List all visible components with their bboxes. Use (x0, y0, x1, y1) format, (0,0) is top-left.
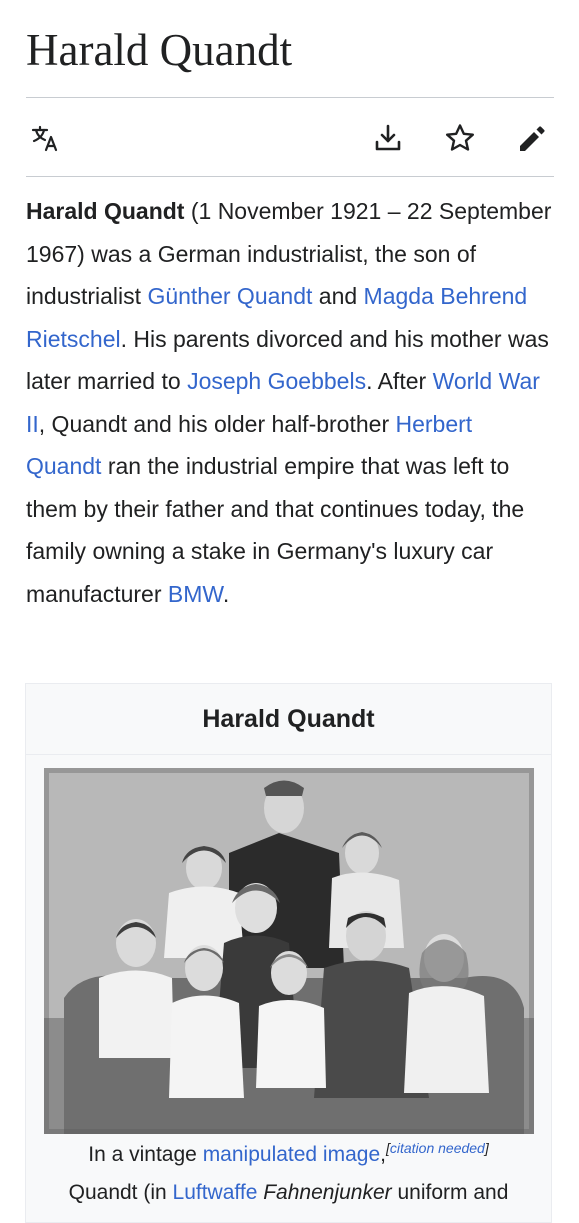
pencil-icon[interactable] (512, 118, 552, 158)
intro-paragraph: Harald Quandt (1 November 1921 – 22 Sept… (26, 190, 554, 615)
infobox-caption: In a vintage manipulated image,[citation… (26, 1136, 551, 1212)
caption-line-1: In a vintage manipulated image,[citation… (26, 1136, 551, 1174)
intro-text: . (222, 580, 230, 607)
link-manipulated-image[interactable]: manipulated image (203, 1143, 380, 1166)
link-luftwaffe[interactable]: Luftwaffe (173, 1181, 258, 1204)
link-bmw[interactable]: BMW (168, 581, 223, 607)
title-divider (26, 97, 554, 98)
download-icon[interactable] (368, 118, 408, 158)
caption-text: Quandt (in (68, 1181, 173, 1204)
intro-text: ran the industrial empire that was left … (26, 453, 525, 607)
link-joseph-goebbels[interactable]: Joseph Goebbels (187, 368, 366, 394)
caption-italic-term: Fahnenjunker (263, 1181, 392, 1204)
intro-text: and (312, 283, 364, 309)
intro-text: , Quandt and his older half-brother (38, 410, 396, 437)
caption-text: uniform and (391, 1181, 509, 1204)
star-icon[interactable] (440, 118, 480, 158)
intro-text: . After (366, 368, 433, 394)
link-gunther-quandt[interactable]: Günther Quandt (147, 283, 312, 309)
toolbar-divider (26, 176, 554, 177)
caption-line-2: Quandt (in Luftwaffe Fahnenjunker unifor… (26, 1174, 551, 1212)
caption-text: In a vintage (88, 1143, 203, 1166)
citation-bracket: ] (484, 1140, 489, 1156)
page-title: Harald Quandt (26, 25, 293, 75)
infobox-photo[interactable] (44, 768, 534, 1134)
citation-needed: [citation needed] (386, 1140, 489, 1156)
family-photo-illustration (44, 768, 534, 1134)
infobox-title: Harald Quandt (26, 684, 551, 755)
article-page: Harald Quandt Harald Quandt (1 November … (0, 0, 579, 1223)
link-citation-needed[interactable]: citation needed (390, 1140, 485, 1156)
page-actions-toolbar (26, 100, 554, 176)
infobox: Harald Quandt In a vintage manipulated i… (25, 683, 552, 1223)
subject-name: Harald Quandt (26, 198, 185, 224)
translate-icon[interactable] (26, 118, 66, 158)
